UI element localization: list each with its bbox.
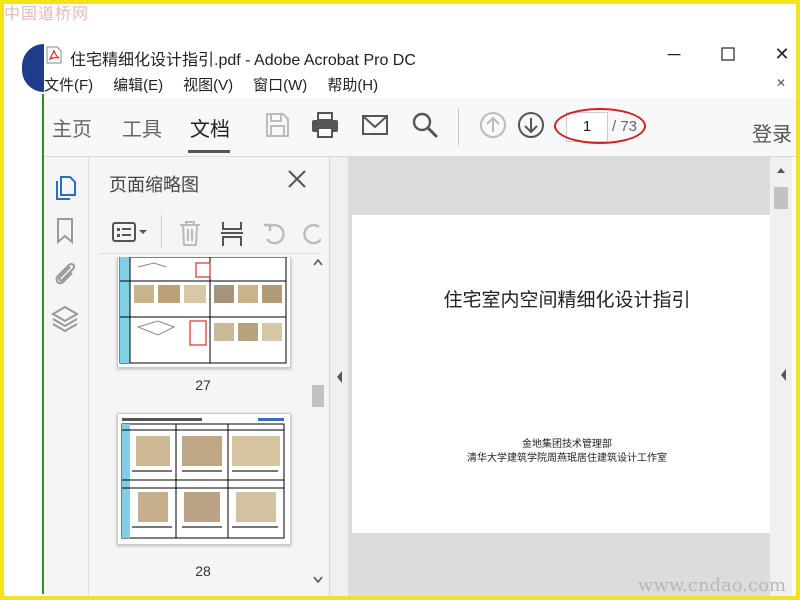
panel-close-button[interactable] (285, 167, 309, 191)
menu-close-button[interactable]: ✕ (776, 76, 786, 90)
email-button[interactable] (360, 110, 390, 140)
attachments-button[interactable] (50, 259, 80, 289)
document-scrollbar-graphic (774, 168, 788, 381)
pdf-file-icon (46, 46, 62, 64)
main-toolbar: 主页 工具 文档 1 / 73 登录 (44, 98, 796, 157)
panel-toolbar (99, 213, 321, 254)
layers-button[interactable] (50, 303, 80, 333)
thumbnail-options-button[interactable] (111, 219, 151, 245)
extract-icon (221, 222, 243, 246)
page-thumbnails-icon (56, 176, 76, 200)
layers-icon (51, 305, 79, 333)
navigation-rail (44, 157, 89, 596)
save-button[interactable] (262, 110, 292, 140)
attachment-icon (55, 262, 76, 285)
thumbnail-page-27[interactable] (117, 257, 291, 368)
tab-tools[interactable]: 工具 (122, 113, 162, 142)
watermark-bottom: www.cndao.com (638, 575, 786, 596)
redo-icon (303, 223, 321, 245)
menu-window[interactable]: 窗口(W) (253, 74, 307, 95)
screenshot-frame: 住宅精细化设计指引.pdf - Adobe Acrobat Pro DC ─ ✕… (4, 4, 796, 596)
panel-title: 页面缩略图 (109, 175, 199, 195)
previous-page-button[interactable] (478, 110, 508, 140)
toolbar-separator (458, 108, 459, 146)
panel-collapse-strip[interactable] (330, 157, 348, 596)
close-icon (288, 170, 306, 188)
delete-icon (180, 221, 200, 246)
options-menu-icon (112, 222, 147, 242)
tab-home[interactable]: 主页 (52, 113, 92, 142)
document-page: 住宅室内空间精细化设计指引 金地集团技术管理部 清华大学建筑学院周燕珉居住建筑设… (352, 215, 772, 533)
window-title: 住宅精细化设计指引.pdf - Adobe Acrobat Pro DC (70, 52, 416, 69)
menu-bar: 文件(F) 编辑(E) 视图(V) 窗口(W) 帮助(H) ✕ (44, 70, 796, 98)
close-window-button[interactable]: ✕ (764, 38, 796, 70)
active-tab-indicator (188, 150, 230, 153)
print-icon (312, 112, 338, 138)
page-thumbnails-panel: 页面缩略图 27 28 (89, 157, 330, 596)
search-icon (412, 112, 438, 138)
save-icon (266, 113, 289, 137)
minimize-button[interactable]: ─ (656, 38, 692, 70)
menu-view[interactable]: 视图(V) (183, 74, 233, 95)
thumbnail-page-28[interactable] (117, 413, 291, 545)
collapse-arrow-icon (337, 371, 342, 383)
extract-pages-button[interactable] (219, 219, 245, 247)
delete-page-button[interactable] (177, 219, 203, 247)
print-button[interactable] (310, 110, 340, 140)
tab-document[interactable]: 文档 (190, 113, 230, 142)
title-bar: 住宅精细化设计指引.pdf - Adobe Acrobat Pro DC ─ ✕ (44, 38, 796, 70)
background-window-edge (4, 4, 44, 596)
maximize-button[interactable] (710, 38, 746, 70)
email-icon (362, 115, 388, 135)
page-thumbnails-button[interactable] (50, 171, 80, 201)
maximize-icon (721, 47, 735, 61)
thumbnail-scrollbar[interactable] (311, 257, 325, 587)
redo-button[interactable] (299, 219, 321, 247)
thumbnail-27-content (119, 257, 287, 364)
next-page-button[interactable] (516, 110, 546, 140)
menu-file[interactable]: 文件(F) (44, 74, 93, 95)
watermark-top: 中国道桥网 (4, 4, 90, 23)
document-scrollbar[interactable] (770, 157, 792, 596)
thumbnail-label-27: 27 (195, 377, 211, 393)
thumbnail-28-content (120, 416, 286, 540)
menu-edit[interactable]: 编辑(E) (113, 74, 163, 95)
undo-icon (264, 223, 285, 245)
thumbnail-scrollbar-graphic (312, 258, 324, 584)
login-button[interactable]: 登录 (752, 118, 792, 147)
panel-toolbar-separator (161, 215, 162, 247)
search-button[interactable] (410, 110, 440, 140)
document-view: 住宅室内空间精细化设计指引 金地集团技术管理部 清华大学建筑学院周燕珉居住建筑设… (348, 157, 772, 596)
undo-button[interactable] (261, 219, 289, 247)
thumbnail-label-28: 28 (195, 563, 211, 579)
menu-help[interactable]: 帮助(H) (327, 74, 378, 95)
bookmarks-button[interactable] (50, 215, 80, 245)
prev-page-icon (480, 112, 506, 138)
next-page-icon (518, 112, 544, 138)
thumbnail-list: 27 28 (99, 257, 309, 587)
document-title: 住宅室内空间精细化设计指引 (443, 289, 691, 311)
document-subtitle-2: 清华大学建筑学院周燕珉居住建筑设计工作室 (467, 453, 667, 464)
document-subtitle-1: 金地集团技术管理部 (522, 439, 612, 450)
bookmark-icon (57, 218, 73, 245)
page-number-highlight (554, 108, 646, 144)
